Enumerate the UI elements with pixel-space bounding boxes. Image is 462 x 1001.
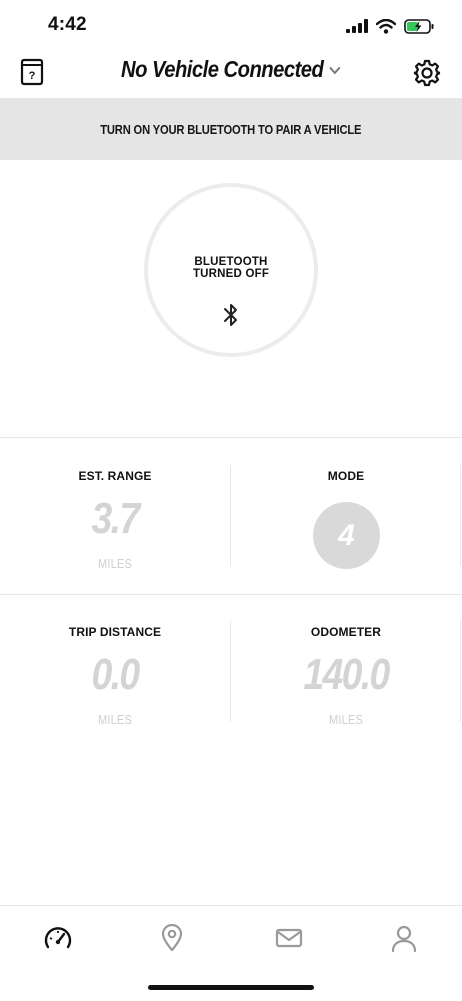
page-title: No Vehicle Connected — [121, 56, 324, 82]
mail-icon — [275, 928, 303, 948]
est-range-label: EST. RANGE — [78, 469, 152, 483]
divider — [0, 594, 462, 595]
speedometer-icon — [44, 927, 72, 949]
chevron-down-icon — [329, 66, 341, 74]
profile-icon — [391, 925, 417, 952]
trip-distance-value: 0.0 — [91, 650, 141, 699]
odometer-unit: MILES — [328, 712, 363, 727]
bluetooth-icon — [221, 302, 241, 333]
mode-value: 4 — [338, 518, 355, 552]
gear-icon — [413, 59, 441, 87]
battery-charging-icon — [404, 18, 434, 34]
tab-location[interactable] — [155, 921, 189, 955]
trip-distance-unit: MILES — [97, 712, 132, 727]
mode-indicator: 4 — [313, 502, 380, 569]
home-indicator[interactable] — [148, 985, 314, 990]
location-pin-icon — [161, 924, 183, 952]
trip-distance-label: TRIP DISTANCE — [68, 625, 162, 639]
status-icons — [346, 15, 434, 37]
odometer-label: ODOMETER — [310, 625, 382, 639]
tab-profile[interactable] — [387, 921, 421, 955]
mode-label: MODE — [327, 469, 365, 483]
signal-icon — [346, 19, 368, 33]
divider — [0, 437, 462, 438]
bluetooth-status-text: BLUETOOTH TURNED OFF — [192, 256, 270, 280]
vehicle-selector[interactable]: No Vehicle Connected — [28, 56, 435, 83]
status-time: 4:42 — [48, 14, 87, 35]
bluetooth-banner: TURN ON YOUR BLUETOOTH TO PAIR A VEHICLE — [0, 98, 462, 160]
tab-dashboard[interactable] — [41, 921, 75, 955]
est-range-value: 3.7 — [91, 494, 141, 543]
settings-button[interactable] — [413, 59, 441, 87]
tab-messages[interactable] — [272, 921, 306, 955]
odometer-value: 140.0 — [303, 650, 390, 699]
wifi-icon — [376, 18, 396, 34]
est-range-unit: MILES — [97, 556, 132, 571]
banner-text: TURN ON YOUR BLUETOOTH TO PAIR A VEHICLE — [100, 121, 362, 137]
